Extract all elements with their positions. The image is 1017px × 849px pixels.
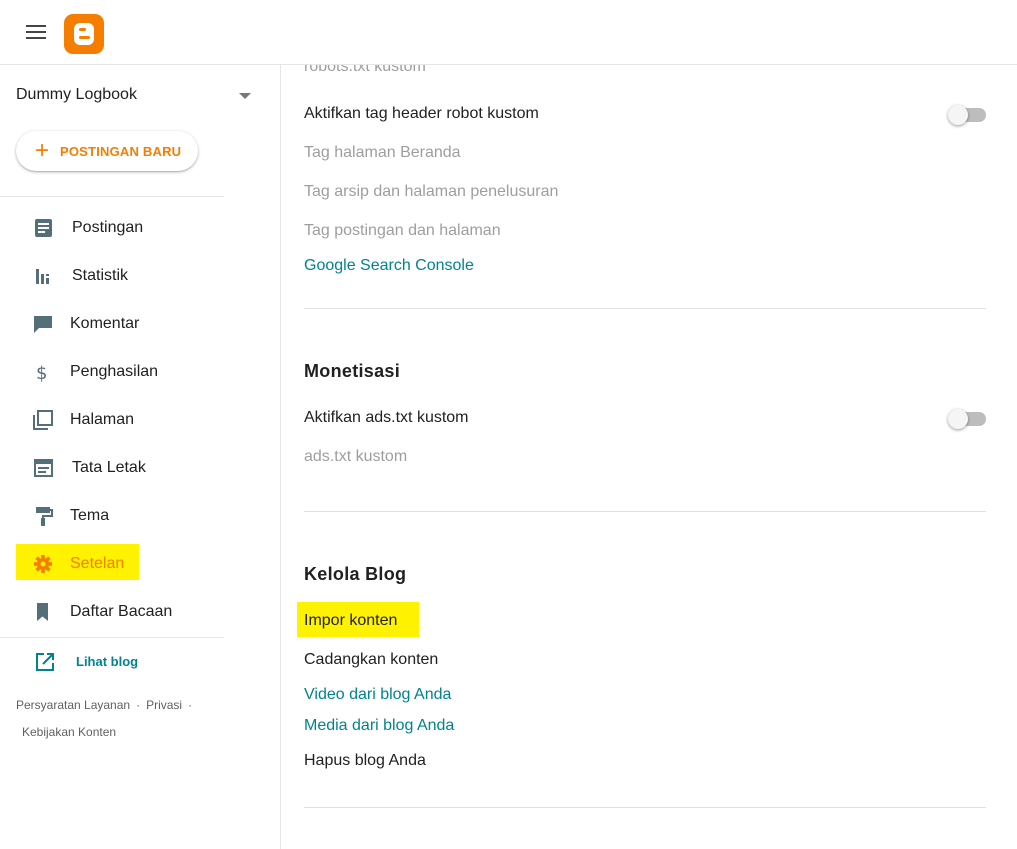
sidebar-item-statistik[interactable]: Statistik [0, 256, 224, 296]
header-tags-toggle-label: Aktifkan tag header robot kustom [304, 105, 539, 122]
separator: · [136, 698, 141, 712]
sidebar-item-label: Daftar Bacaan [70, 603, 173, 620]
terms-link[interactable]: Persyaratan Layanan [16, 698, 130, 712]
sidebar-item-label: Tema [70, 507, 110, 524]
sidebar-item-label: Statistik [72, 267, 129, 284]
footer-links: Persyaratan Layanan · Privasi · Kebijakan K… [16, 692, 216, 746]
import-content-button[interactable]: Impor konten [304, 612, 397, 630]
external-link-icon [34, 651, 56, 673]
sidebar-item-label: Postingan [72, 219, 144, 236]
section-divider [304, 308, 986, 309]
divider [0, 637, 224, 638]
chevron-down-icon[interactable] [239, 93, 251, 99]
gear-icon [32, 554, 54, 574]
layout-icon [32, 458, 54, 478]
sidebar-item-label: Halaman [70, 411, 135, 428]
ads-txt-label[interactable]: ads.txt kustom [304, 448, 407, 466]
sidebar-item-label: Setelan [70, 555, 125, 572]
pages-icon [32, 410, 54, 430]
view-blog-link[interactable]: Lihat blog [0, 647, 224, 677]
backup-content-button[interactable]: Cadangkan konten [304, 651, 438, 669]
sidebar-item-penghasilan[interactable]: $ Penghasilan [0, 352, 224, 392]
delete-blog-button[interactable]: Hapus blog Anda [304, 752, 426, 770]
robots-txt-label[interactable]: robots.txt kustom [304, 65, 426, 76]
sidebar-item-postingan[interactable]: Postingan [0, 208, 224, 248]
section-title-kelola-blog: Kelola Blog [304, 564, 407, 584]
divider [0, 196, 224, 197]
sidebar-item-tema[interactable]: Tema [0, 496, 224, 536]
blog-videos-link[interactable]: Video dari blog Anda [304, 686, 451, 704]
home-tags-label[interactable]: Tag halaman Beranda [304, 144, 461, 162]
privacy-link[interactable]: Privasi [146, 698, 182, 712]
plus-icon: + [35, 137, 50, 164]
settings-content: robots.txt kustom Aktifkan tag header ro… [297, 65, 986, 849]
stats-icon [32, 266, 54, 286]
sidebar-item-tata-letak[interactable]: Tata Letak [0, 448, 224, 488]
new-post-label: POSTINGAN BARU [60, 144, 182, 159]
comment-icon [32, 314, 54, 334]
clipped-row: robots.txt kustom [304, 65, 986, 77]
sidebar-item-label: Tata Letak [72, 459, 146, 476]
separator: · [188, 698, 193, 712]
section-divider [304, 511, 986, 512]
sidebar-item-setelan[interactable]: Setelan [0, 544, 224, 584]
sidebar-item-komentar[interactable]: Komentar [0, 304, 224, 344]
archive-tags-label[interactable]: Tag arsip dan halaman penelusuran [304, 183, 558, 201]
search-console-link[interactable]: Google Search Console [304, 257, 474, 275]
blog-media-link[interactable]: Media dari blog Anda [304, 717, 454, 735]
svg-text:$: $ [36, 363, 47, 382]
blog-name: Dummy Logbook [16, 86, 137, 103]
top-app-bar [0, 0, 1017, 65]
posts-icon [32, 218, 54, 238]
ads-txt-toggle-label: Aktifkan ads.txt kustom [304, 409, 469, 426]
bookmark-icon [32, 602, 54, 622]
blogger-logo[interactable] [64, 14, 104, 54]
post-tags-label[interactable]: Tag postingan dan halaman [304, 222, 501, 240]
sidebar: Dummy Logbook + POSTINGAN BARU Postingan… [0, 65, 281, 849]
sidebar-item-daftar-bacaan[interactable]: Daftar Bacaan [0, 592, 224, 632]
section-divider [304, 807, 986, 808]
sidebar-item-label: Komentar [70, 315, 140, 332]
hamburger-icon[interactable] [22, 20, 50, 44]
sidebar-item-label: Penghasilan [70, 363, 159, 380]
ads-txt-toggle[interactable] [948, 409, 986, 429]
sidebar-item-halaman[interactable]: Halaman [0, 400, 224, 440]
new-post-button[interactable]: + POSTINGAN BARU [16, 131, 198, 171]
content-policy-link[interactable]: Kebijakan Konten [22, 725, 116, 739]
header-tags-toggle[interactable] [948, 105, 986, 125]
section-title-monetisasi: Monetisasi [304, 361, 401, 381]
view-blog-label: Lihat blog [76, 654, 139, 669]
paint-roller-icon [32, 506, 54, 526]
dollar-icon: $ [32, 362, 54, 384]
